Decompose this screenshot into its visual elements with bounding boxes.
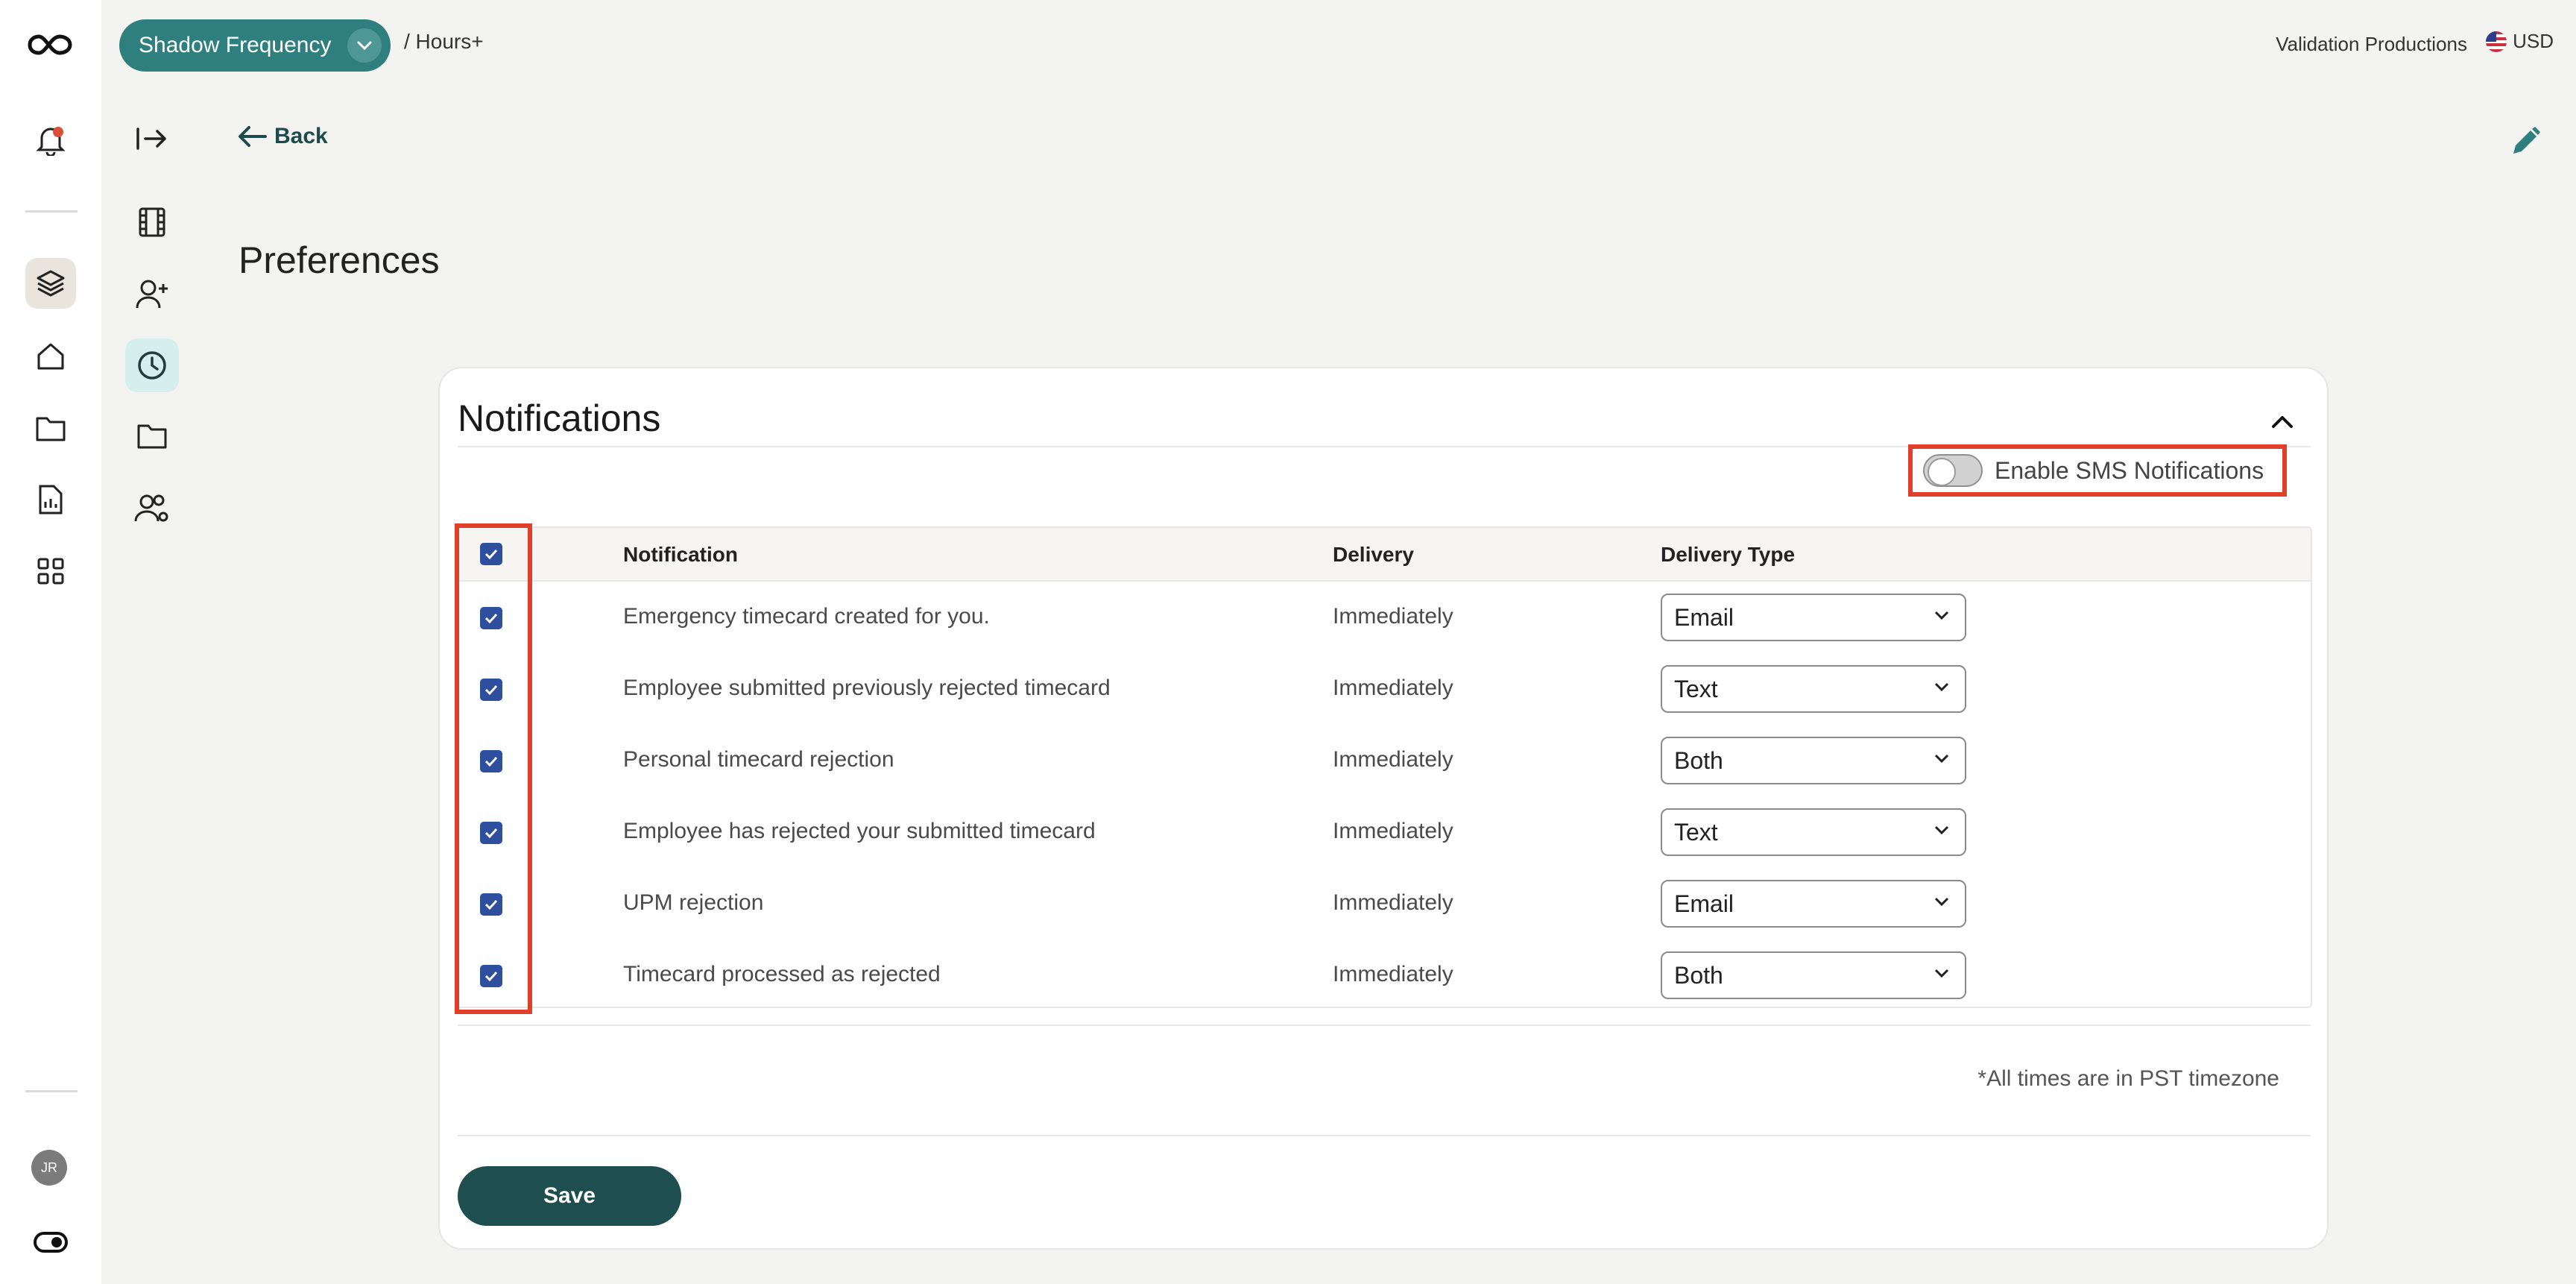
delivery-type-select[interactable]: Both <box>1661 951 1966 999</box>
column-delivery: Delivery <box>1333 543 1414 566</box>
column-notification: Notification <box>623 543 738 566</box>
arrow-left-icon <box>239 126 267 147</box>
delivery-type-value: Text <box>1674 818 1718 846</box>
delivery-type-value: Both <box>1674 961 1723 989</box>
notification-bell-icon[interactable] <box>25 115 76 166</box>
chevron-up-icon[interactable] <box>2267 407 2297 437</box>
back-button[interactable]: Back <box>237 124 328 149</box>
delivery-type-value: Both <box>1674 746 1723 774</box>
table-row: UPM rejection Immediately Email <box>458 868 2311 940</box>
sms-toggle[interactable] <box>1923 454 1983 487</box>
notification-cell: Timecard processed as rejected <box>623 962 941 986</box>
table-row: Emergency timecard created for you. Imme… <box>458 582 2311 653</box>
users-settings-icon[interactable] <box>125 482 179 535</box>
chevron-down-icon[interactable] <box>347 28 382 63</box>
company-name[interactable]: Validation Productions <box>2276 33 2467 56</box>
checkbox-column-highlight <box>455 523 532 1014</box>
folder-icon[interactable] <box>125 409 179 462</box>
avatar[interactable]: JR <box>31 1150 67 1186</box>
delivery-type-select[interactable]: Text <box>1661 808 1966 856</box>
delivery-type-select[interactable]: Email <box>1661 880 1966 928</box>
expand-sidebar-icon[interactable] <box>125 112 179 166</box>
save-button[interactable]: Save <box>458 1166 681 1226</box>
module-sidebar <box>101 0 203 1284</box>
notification-cell: Emergency timecard created for you. <box>623 604 990 629</box>
us-flag-icon <box>2486 31 2507 52</box>
delivery-type-select[interactable]: Text <box>1661 665 1966 713</box>
rail-divider <box>25 210 78 213</box>
notification-cell: Personal timecard rejection <box>623 747 894 772</box>
delivery-type-select[interactable]: Email <box>1661 594 1966 641</box>
add-user-icon[interactable] <box>125 267 179 321</box>
currency-code: USD <box>2513 30 2554 52</box>
notification-cell: Employee has rejected your submitted tim… <box>623 819 1096 843</box>
delivery-cell: Immediately <box>1333 890 1453 915</box>
notifications-title: Notifications <box>458 397 661 439</box>
logo-icon[interactable] <box>25 19 76 70</box>
delivery-cell: Immediately <box>1333 604 1453 629</box>
layers-icon[interactable] <box>25 258 76 309</box>
rail-divider <box>25 1090 78 1092</box>
delivery-type-select[interactable]: Both <box>1661 737 1966 784</box>
table-row: Employee submitted previously rejected t… <box>458 653 2311 725</box>
film-icon[interactable] <box>125 195 179 249</box>
chevron-down-icon <box>1934 897 1949 907</box>
delivery-type-value: Text <box>1674 675 1718 702</box>
card-divider <box>458 1135 2311 1136</box>
page-title: Preferences <box>239 239 440 281</box>
apps-grid-icon[interactable] <box>25 546 76 597</box>
currency-selector[interactable]: USD <box>2486 30 2554 53</box>
theme-toggle-icon[interactable] <box>25 1217 76 1268</box>
breadcrumb[interactable]: / Hours+ <box>404 30 484 54</box>
clock-icon[interactable] <box>125 339 179 392</box>
chevron-down-icon <box>1934 611 1949 620</box>
chevron-down-icon <box>1934 825 1949 835</box>
table-row: Timecard processed as rejected Immediate… <box>458 940 2311 1007</box>
notification-cell: Employee submitted previously rejected t… <box>623 676 1111 700</box>
app-rail: JR <box>0 0 101 1284</box>
table-header: Notification Delivery Delivery Type <box>458 528 2311 582</box>
card-divider <box>458 1025 2311 1026</box>
delivery-type-value: Email <box>1674 890 1734 917</box>
delivery-cell: Immediately <box>1333 747 1453 772</box>
chevron-down-icon <box>1934 754 1949 764</box>
delivery-cell: Immediately <box>1333 676 1453 700</box>
report-icon[interactable] <box>25 474 76 525</box>
project-name: Shadow Frequency <box>139 33 332 57</box>
timezone-note: *All times are in PST timezone <box>1977 1066 2279 1091</box>
table-row: Employee has rejected your submitted tim… <box>458 796 2311 868</box>
sms-toggle-highlight: Enable SMS Notifications <box>1908 444 2287 497</box>
home-icon[interactable] <box>25 331 76 382</box>
delivery-cell: Immediately <box>1333 962 1453 986</box>
folder-icon[interactable] <box>25 403 76 453</box>
project-switcher[interactable]: Shadow Frequency <box>119 19 391 72</box>
sms-label: Enable SMS Notifications <box>1995 456 2264 484</box>
delivery-cell: Immediately <box>1333 819 1453 843</box>
delivery-type-value: Email <box>1674 603 1734 631</box>
table-row: Personal timecard rejection Immediately … <box>458 725 2311 796</box>
notifications-table: Notification Delivery Delivery Type Emer… <box>456 526 2312 1008</box>
chevron-down-icon <box>1934 969 1949 978</box>
edit-pencil-icon[interactable] <box>2509 125 2542 158</box>
notifications-card: Notifications Enable SMS Notifications N… <box>438 367 2329 1250</box>
chevron-down-icon <box>1934 682 1949 692</box>
back-label: Back <box>274 124 328 148</box>
column-delivery-type: Delivery Type <box>1661 543 1796 566</box>
notification-cell: UPM rejection <box>623 890 764 915</box>
